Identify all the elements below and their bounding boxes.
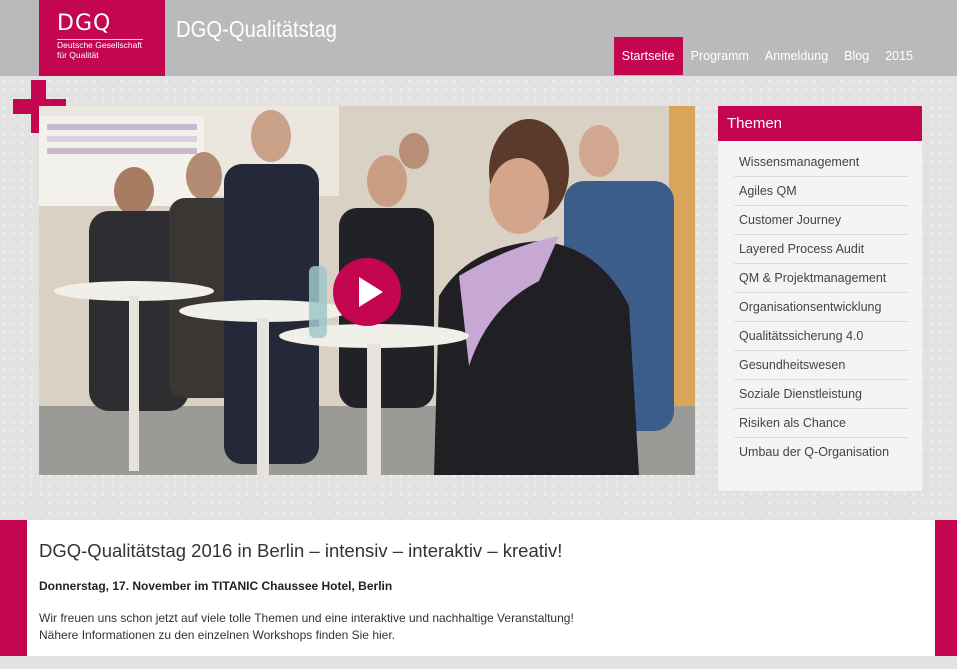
nav-item-blog[interactable]: Blog xyxy=(836,37,877,75)
site-title[interactable]: DGQ-Qualitätstag xyxy=(176,16,337,43)
sidebar-list: Wissensmanagement Agiles QM Customer Jou… xyxy=(718,141,922,467)
sidebar-item-organisationsentwicklung[interactable]: Organisationsentwicklung xyxy=(734,293,908,322)
event-date: Donnerstag, 17. November im TITANIC Chau… xyxy=(39,579,393,593)
sidebar-item-qualitaetssicherung[interactable]: Qualitätssicherung 4.0 xyxy=(734,322,908,351)
logo-subtitle: Deutsche Gesellschaft für Qualität xyxy=(57,40,165,60)
logo-subtitle-line1: Deutsche Gesellschaft xyxy=(57,40,143,50)
sidebar-item-gesundheitswesen[interactable]: Gesundheitswesen xyxy=(734,351,908,380)
sidebar-item-customer-journey[interactable]: Customer Journey xyxy=(734,206,908,235)
main-nav: Startseite Programm Anmeldung Blog 2015 xyxy=(613,37,921,76)
intro-section: DGQ-Qualitätstag 2016 in Berlin – intens… xyxy=(27,520,935,656)
nav-item-anmeldung[interactable]: Anmeldung xyxy=(757,37,836,75)
video-player[interactable] xyxy=(39,106,695,475)
intro-text-line2: Nähere Informationen zu den einzelnen Wo… xyxy=(39,628,395,642)
themen-sidebar: Themen Wissensmanagement Agiles QM Custo… xyxy=(718,106,922,491)
nav-item-programm[interactable]: Programm xyxy=(683,37,757,75)
site-header: DGQ Deutsche Gesellschaft für Qualität D… xyxy=(0,0,957,76)
intro-text-line1: Wir freuen uns schon jetzt auf viele tol… xyxy=(39,611,574,625)
content-accent-left xyxy=(0,520,27,656)
sidebar-item-soziale-dienstleistung[interactable]: Soziale Dienstleistung xyxy=(734,380,908,409)
intro-text: Wir freuen uns schon jetzt auf viele tol… xyxy=(39,610,935,644)
nav-item-2015[interactable]: 2015 xyxy=(877,37,921,75)
sidebar-item-umbau-q-organisation[interactable]: Umbau der Q-Organisation xyxy=(734,438,908,467)
sidebar-item-layered-process-audit[interactable]: Layered Process Audit xyxy=(734,235,908,264)
sidebar-title: Themen xyxy=(718,106,922,141)
logo-divider xyxy=(57,39,143,40)
sidebar-item-agiles-qm[interactable]: Agiles QM xyxy=(734,177,908,206)
bottom-strip xyxy=(0,656,957,669)
sidebar-item-risiken-als-chance[interactable]: Risiken als Chance xyxy=(734,409,908,438)
logo-mark: DGQ xyxy=(57,11,112,36)
sidebar-item-wissensmanagement[interactable]: Wissensmanagement xyxy=(734,148,908,177)
sidebar-item-qm-projektmanagement[interactable]: QM & Projektmanagement xyxy=(734,264,908,293)
dgq-logo[interactable]: DGQ Deutsche Gesellschaft für Qualität xyxy=(39,0,165,76)
logo-subtitle-line2: für Qualität xyxy=(57,50,99,60)
content-accent-right xyxy=(935,520,957,656)
play-icon[interactable] xyxy=(333,258,401,326)
intro-title: DGQ-Qualitätstag 2016 in Berlin – intens… xyxy=(39,540,563,561)
nav-item-startseite[interactable]: Startseite xyxy=(613,37,683,75)
